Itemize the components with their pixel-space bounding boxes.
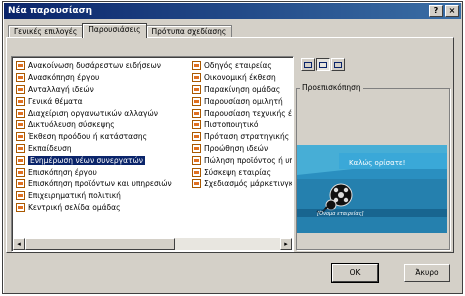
preview-slide: Καλώς ορίσατε! [Όνομα εταιρείας] xyxy=(297,145,447,233)
presentation-icon xyxy=(16,73,25,83)
large-icons-view-icon xyxy=(304,61,312,68)
list-item[interactable]: Γενικά θέματα xyxy=(16,95,188,107)
list-item[interactable]: Ανασκόπηση έργου xyxy=(16,72,188,84)
list-item[interactable]: Σύσκεψη εταιρίας xyxy=(192,166,292,178)
list-item[interactable]: Προώθηση ιδεών xyxy=(192,143,292,155)
presentation-icon xyxy=(192,167,201,177)
list-item[interactable]: Πιστοποιητικό xyxy=(192,119,292,131)
list-item[interactable]: Ανακοίνωση δυσάρεστων ειδήσεων xyxy=(16,60,188,72)
presentation-icon xyxy=(192,73,201,83)
slide-subtitle: [Όνομα εταιρείας] xyxy=(317,210,364,217)
presentation-list[interactable]: Ανακοίνωση δυσάρεστων ειδήσεων Ανασκόπησ… xyxy=(11,56,294,252)
presentation-icon xyxy=(16,155,25,165)
tab-strip: Γενικές επιλογές Παρουσιάσεις Πρότυπα σχ… xyxy=(8,23,233,38)
list-column-2: Οδηγός εταιρείας Οικονομική έκθεση Παρακ… xyxy=(192,60,292,190)
list-item[interactable]: Εκπαίδευση xyxy=(16,143,188,155)
presentation-icon xyxy=(16,179,25,189)
view-mode-buttons xyxy=(301,58,345,71)
preview-label: Προεπισκόπηση xyxy=(300,83,363,92)
presentation-icon xyxy=(192,179,201,189)
title-bar: Νέα παρουσίαση ? × xyxy=(4,3,461,19)
horizontal-scrollbar[interactable]: ◂ ▸ xyxy=(13,238,292,250)
presentation-icon xyxy=(192,132,201,142)
list-item-selected[interactable]: Ενημέρωση νέων συνεργατών xyxy=(16,154,188,166)
list-item[interactable]: Επισκόπηση έργου xyxy=(16,166,188,178)
presentation-icon xyxy=(16,167,25,177)
tab-presentations[interactable]: Παρουσιάσεις xyxy=(82,23,147,38)
list-item[interactable]: Επισκόπηση προϊόντων και υπηρεσιών xyxy=(16,178,188,190)
large-icons-view-button[interactable] xyxy=(301,58,315,71)
list-item[interactable]: Πώληση προϊόντος ή υπηρ xyxy=(192,154,292,166)
presentation-icon xyxy=(16,84,25,94)
presentation-icon xyxy=(16,61,25,71)
help-button[interactable]: ? xyxy=(429,5,443,17)
presentation-icon xyxy=(192,143,201,153)
ok-button[interactable]: OK xyxy=(331,263,379,283)
list-item[interactable]: Παρακίνηση ομάδας xyxy=(192,84,292,96)
preview-slide-graphic: Καλώς ορίσατε! [Όνομα εταιρείας] xyxy=(297,145,447,233)
presentation-icon xyxy=(16,120,25,130)
scroll-thumb[interactable] xyxy=(25,238,175,250)
presentation-icon xyxy=(192,155,201,165)
presentation-icon xyxy=(192,120,201,130)
dialog-title: Νέα παρουσίαση xyxy=(8,6,92,16)
slide-lower-band xyxy=(297,179,447,233)
list-item[interactable]: Ανταλλαγή ιδεών xyxy=(16,84,188,96)
slide-title: Καλώς ορίσατε! xyxy=(349,159,406,167)
list-item[interactable]: Επιχειρηματική πολιτική xyxy=(16,190,188,202)
presentation-icon xyxy=(192,84,201,94)
presentation-icon xyxy=(192,108,201,118)
list-item[interactable]: Κεντρική σελίδα ομάδας xyxy=(16,202,188,214)
presentation-icon xyxy=(16,96,25,106)
presentation-icon xyxy=(16,108,25,118)
presentation-icon xyxy=(16,132,25,142)
list-item[interactable]: Οδηγός εταιρείας xyxy=(192,60,292,72)
details-view-button[interactable] xyxy=(331,58,345,71)
presentation-icon xyxy=(16,202,25,212)
list-item[interactable]: Δικτυόλευση σύσκεψης xyxy=(16,119,188,131)
list-item[interactable]: Διαχείριση οργανωτικών αλλαγών xyxy=(16,107,188,119)
list-item[interactable]: Παρουσίαση ομιλητή xyxy=(192,95,292,107)
list-item[interactable]: Σχεδιασμός μάρκετινγκ xyxy=(192,178,292,190)
scroll-right-button[interactable]: ▸ xyxy=(280,238,292,250)
list-item[interactable]: Παρουσίαση τεχνικής έκθε xyxy=(192,107,292,119)
scroll-left-button[interactable]: ◂ xyxy=(13,238,25,250)
close-button[interactable]: × xyxy=(445,5,459,17)
list-item[interactable]: Οικονομική έκθεση xyxy=(192,72,292,84)
details-view-icon xyxy=(334,61,342,68)
presentation-icon xyxy=(192,61,201,71)
presentation-icon xyxy=(192,96,201,106)
scroll-track[interactable] xyxy=(175,238,280,250)
cancel-button[interactable]: Άκυρο xyxy=(404,264,450,282)
list-view-button[interactable] xyxy=(316,58,330,71)
list-view-icon xyxy=(319,61,327,68)
list-item[interactable]: Πρόταση στρατηγικής xyxy=(192,131,292,143)
list-item[interactable]: Έκθεση προόδου ή κατάστασης xyxy=(16,131,188,143)
presentation-icon xyxy=(16,191,25,201)
list-column-1: Ανακοίνωση δυσάρεστων ειδήσεων Ανασκόπησ… xyxy=(16,60,188,213)
presentation-icon xyxy=(16,143,25,153)
